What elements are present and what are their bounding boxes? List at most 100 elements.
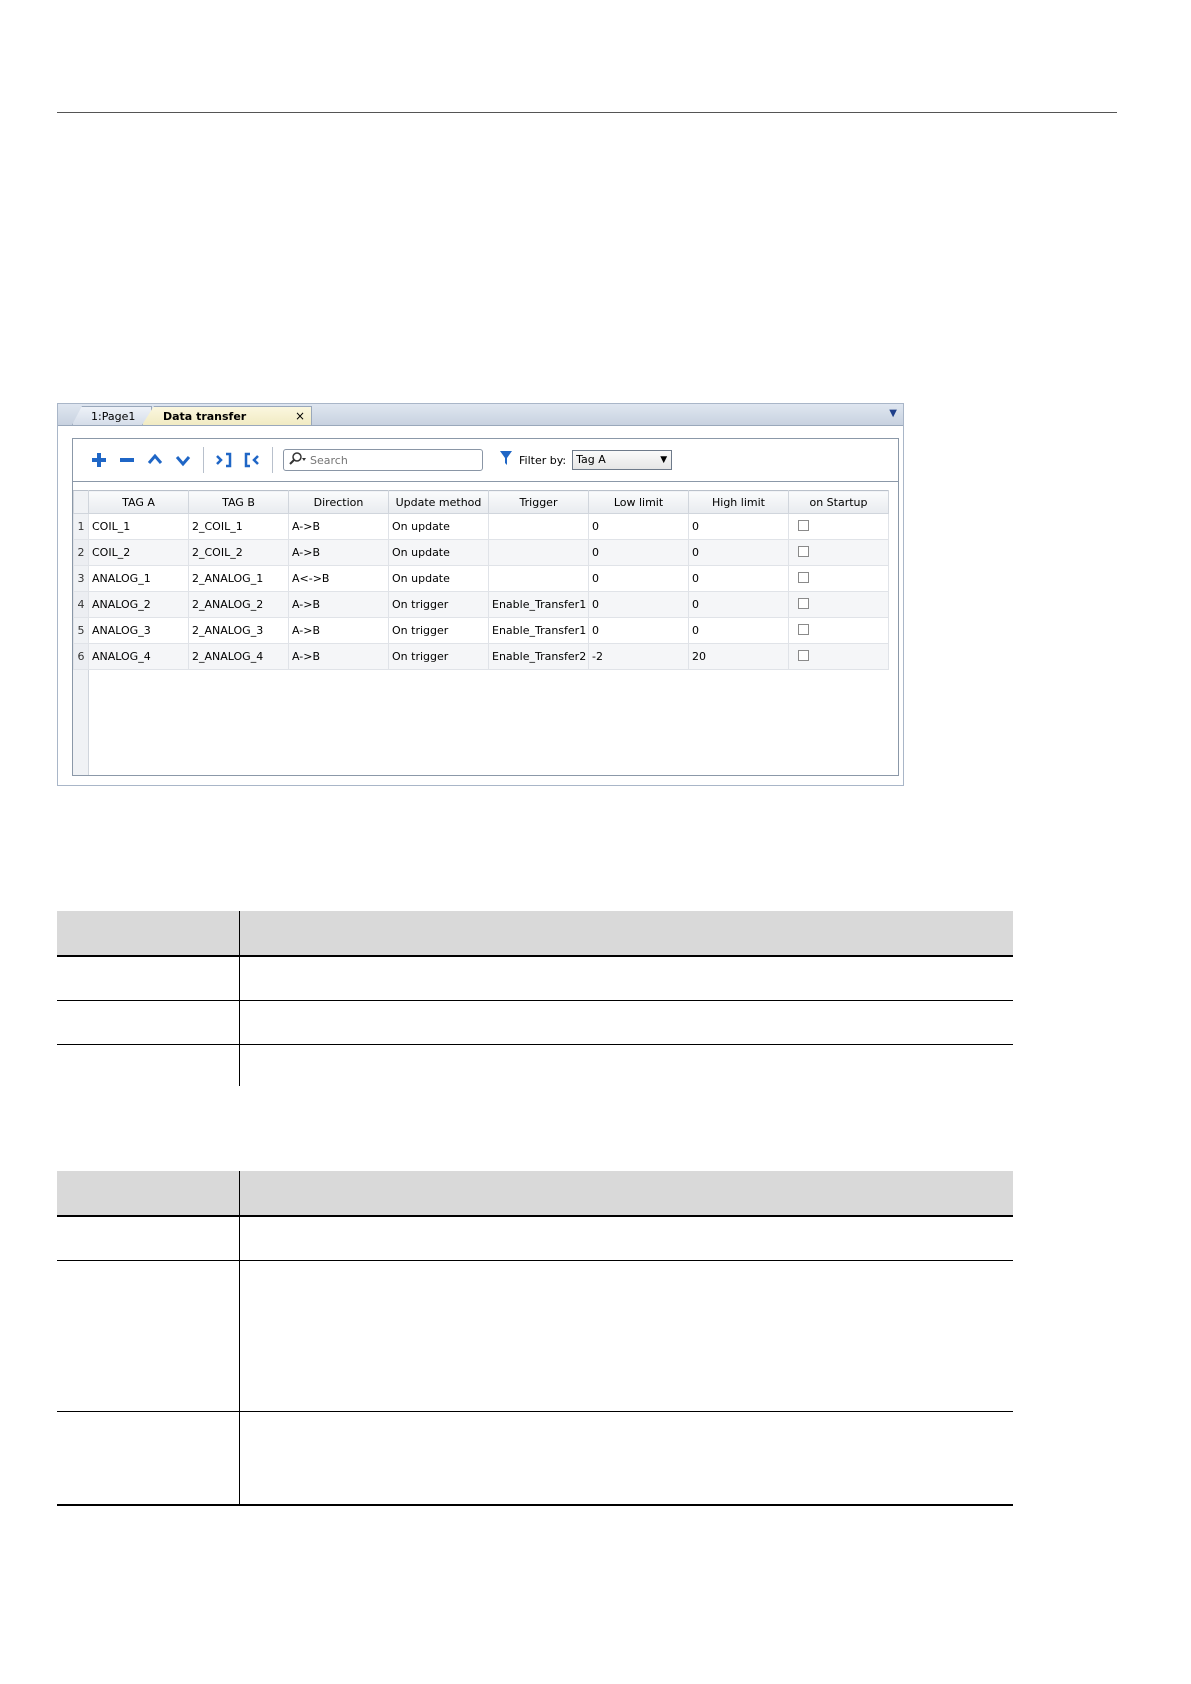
search-input[interactable] xyxy=(308,452,462,468)
on-startup-checkbox[interactable] xyxy=(798,623,809,635)
table-cell xyxy=(57,956,240,1001)
cell-direction[interactable]: A->B xyxy=(288,539,389,566)
cell-low-limit[interactable]: 0 xyxy=(588,591,689,618)
cell-trigger[interactable]: Enable_Transfer1 xyxy=(488,591,589,618)
column-header[interactable]: High limit xyxy=(688,490,789,514)
on-startup-checkbox[interactable] xyxy=(798,649,809,661)
tab-page1[interactable]: 1:Page1 xyxy=(72,406,152,425)
column-header[interactable]: Low limit xyxy=(588,490,689,514)
page-top-rule xyxy=(57,112,1117,113)
row-number: 5 xyxy=(73,617,89,644)
table-header-cell xyxy=(239,1171,1013,1217)
column-header[interactable]: Trigger xyxy=(488,490,589,514)
cell-high-limit[interactable]: 0 xyxy=(688,539,789,566)
table-row[interactable]: 3 ANALOG_1 2_ANALOG_1 A<->B On update 0 … xyxy=(73,565,889,592)
table-cell xyxy=(57,1260,240,1412)
chevron-down-icon[interactable]: ▼ xyxy=(889,408,897,419)
cell-trigger[interactable] xyxy=(488,565,589,592)
cell-high-limit[interactable]: 0 xyxy=(688,591,789,618)
on-startup-checkbox[interactable] xyxy=(798,519,809,531)
close-icon[interactable]: × xyxy=(295,407,305,425)
column-header[interactable]: TAG B xyxy=(188,490,289,514)
table-row[interactable]: 1 COIL_1 2_COIL_1 A->B On update 0 0 xyxy=(73,513,889,540)
cell-tag-b[interactable]: 2_ANALOG_4 xyxy=(188,643,289,670)
cell-tag-b[interactable]: 2_ANALOG_3 xyxy=(188,617,289,644)
cell-on-startup xyxy=(788,539,889,566)
on-startup-checkbox[interactable] xyxy=(798,597,809,609)
column-header[interactable]: Direction xyxy=(288,490,389,514)
column-header[interactable]: Update method xyxy=(388,490,489,514)
on-startup-checkbox[interactable] xyxy=(798,545,809,557)
cell-update-method[interactable]: On trigger xyxy=(388,643,489,670)
cell-update-method[interactable]: On update xyxy=(388,539,489,566)
cell-high-limit[interactable]: 0 xyxy=(688,565,789,592)
document-table-1 xyxy=(57,911,1013,1086)
table-row xyxy=(57,1000,1013,1045)
table-row xyxy=(57,1260,1013,1412)
filter-label: Filter by: xyxy=(519,453,567,467)
cell-direction[interactable]: A->B xyxy=(288,591,389,618)
cell-on-startup xyxy=(788,617,889,644)
tab-data-transfer-label: Data transfer xyxy=(163,410,247,423)
cell-low-limit[interactable]: 0 xyxy=(588,539,689,566)
cell-trigger[interactable]: Enable_Transfer1 xyxy=(488,617,589,644)
cell-tag-a[interactable]: COIL_1 xyxy=(88,513,189,540)
cell-low-limit[interactable]: 0 xyxy=(588,513,689,540)
cell-update-method[interactable]: On trigger xyxy=(388,591,489,618)
table-row[interactable]: 5 ANALOG_3 2_ANALOG_3 A->B On trigger En… xyxy=(73,617,889,644)
filter-select[interactable]: Tag A ▼ xyxy=(572,450,673,470)
move-up-icon[interactable] xyxy=(141,448,169,472)
data-grid-area: TAG A TAG B Direction Update method Trig… xyxy=(73,490,898,775)
table-row[interactable]: 2 COIL_2 2_COIL_2 A->B On update 0 0 xyxy=(73,539,889,566)
cell-direction[interactable]: A<->B xyxy=(288,565,389,592)
table-cell xyxy=(57,1216,240,1261)
search-box xyxy=(283,449,483,471)
cell-low-limit[interactable]: -2 xyxy=(588,643,689,670)
table-header-cell xyxy=(57,911,240,957)
cell-update-method[interactable]: On trigger xyxy=(388,617,489,644)
column-header[interactable]: TAG A xyxy=(88,490,189,514)
row-number: 1 xyxy=(73,513,89,540)
cell-trigger[interactable] xyxy=(488,539,589,566)
row-number: 6 xyxy=(73,643,89,670)
cell-update-method[interactable]: On update xyxy=(388,565,489,592)
table-header-cell xyxy=(239,911,1013,957)
cell-update-method[interactable]: On update xyxy=(388,513,489,540)
cell-low-limit[interactable]: 0 xyxy=(588,617,689,644)
search-icon[interactable] xyxy=(288,451,308,469)
cell-high-limit[interactable]: 0 xyxy=(688,617,789,644)
cell-tag-a[interactable]: ANALOG_3 xyxy=(88,617,189,644)
expand-icon[interactable] xyxy=(210,448,238,472)
cell-trigger[interactable] xyxy=(488,513,589,540)
move-down-icon[interactable] xyxy=(169,448,197,472)
table-row[interactable]: 4 ANALOG_2 2_ANALOG_2 A->B On trigger En… xyxy=(73,591,889,618)
cell-direction[interactable]: A->B xyxy=(288,617,389,644)
cell-tag-b[interactable]: 2_ANALOG_1 xyxy=(188,565,289,592)
cell-tag-a[interactable]: ANALOG_4 xyxy=(88,643,189,670)
cell-high-limit[interactable]: 0 xyxy=(688,513,789,540)
cell-tag-b[interactable]: 2_COIL_2 xyxy=(188,539,289,566)
cell-tag-a[interactable]: COIL_2 xyxy=(88,539,189,566)
table-cell xyxy=(239,1260,1013,1412)
cell-tag-a[interactable]: ANALOG_1 xyxy=(88,565,189,592)
table-row xyxy=(57,1044,1013,1086)
remove-icon[interactable] xyxy=(113,448,141,472)
cell-trigger[interactable]: Enable_Transfer2 xyxy=(488,643,589,670)
cell-tag-b[interactable]: 2_ANALOG_2 xyxy=(188,591,289,618)
table-header-row xyxy=(57,1171,1013,1217)
cell-direction[interactable]: A->B xyxy=(288,513,389,540)
document-table-2 xyxy=(57,1171,1013,1506)
collapse-icon[interactable] xyxy=(238,448,266,472)
column-header[interactable]: on Startup xyxy=(788,490,889,514)
cell-low-limit[interactable]: 0 xyxy=(588,565,689,592)
table-row[interactable]: 6 ANALOG_4 2_ANALOG_4 A->B On trigger En… xyxy=(73,643,889,670)
on-startup-checkbox[interactable] xyxy=(798,571,809,583)
add-icon[interactable] xyxy=(85,448,113,472)
cell-tag-b[interactable]: 2_COIL_1 xyxy=(188,513,289,540)
tab-data-transfer[interactable]: Data transfer × xyxy=(142,406,312,425)
data-transfer-panel: Filter by: Tag A ▼ TAG A TAG B Direction xyxy=(72,438,899,776)
cell-direction[interactable]: A->B xyxy=(288,643,389,670)
toolbar-separator xyxy=(272,447,273,473)
cell-tag-a[interactable]: ANALOG_2 xyxy=(88,591,189,618)
cell-high-limit[interactable]: 20 xyxy=(688,643,789,670)
